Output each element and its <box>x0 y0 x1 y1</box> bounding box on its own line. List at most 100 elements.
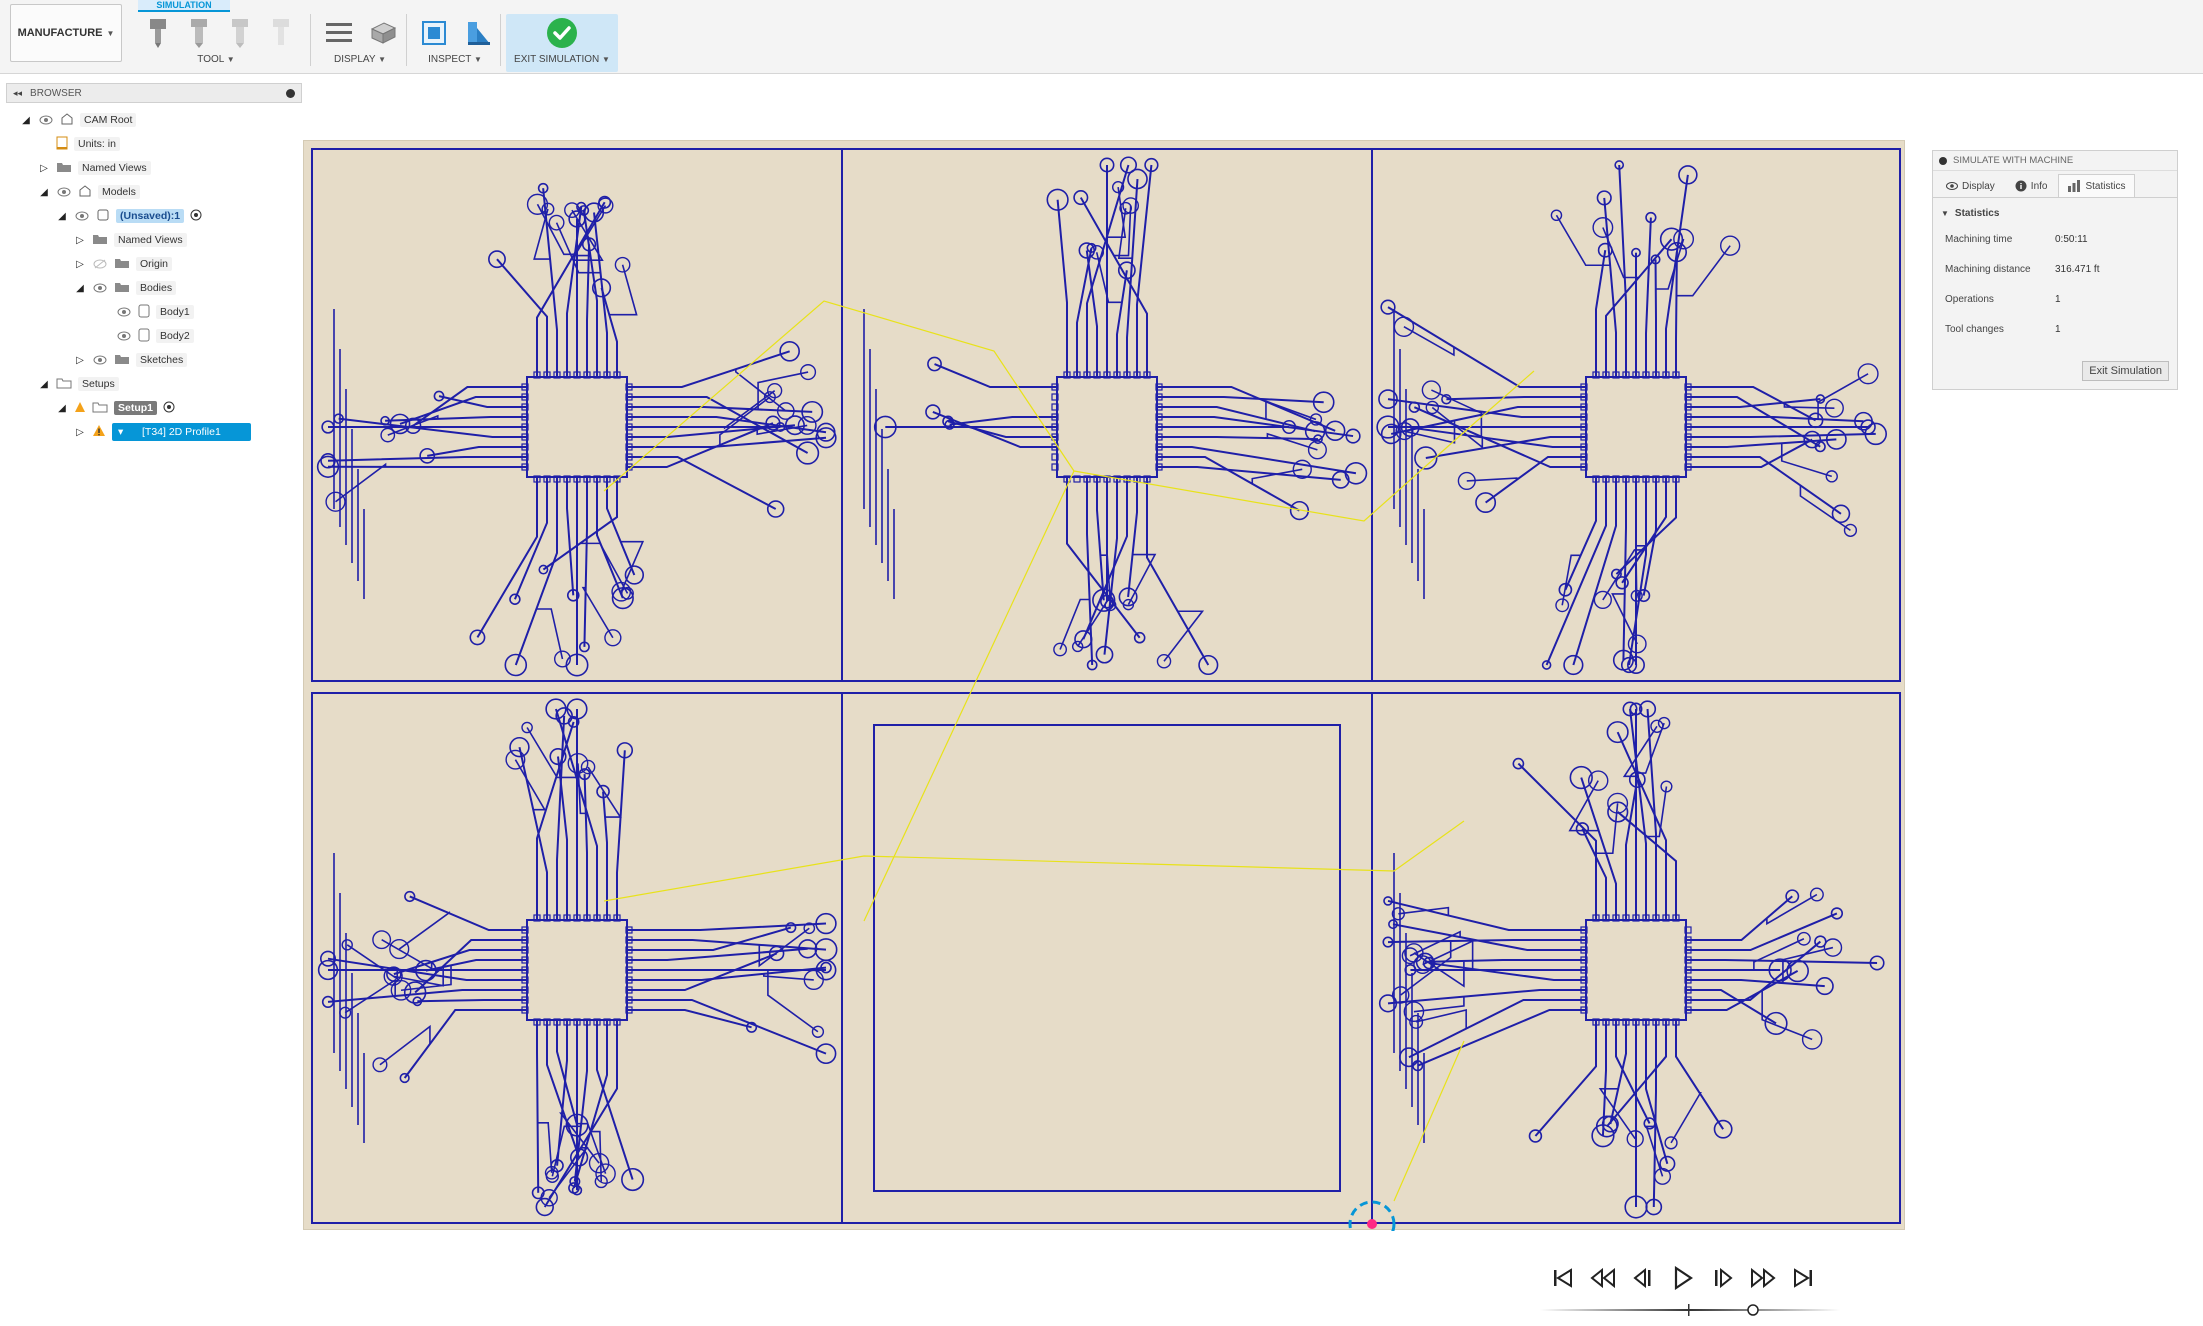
collapsed-triangle-icon[interactable]: ▷ <box>74 354 86 366</box>
component-icon <box>96 208 110 225</box>
tree-node-setup1[interactable]: ◢ Setup1 <box>56 398 175 418</box>
toolbar-divider <box>500 14 501 66</box>
tab-statistics-label: Statistics <box>2085 180 2126 192</box>
expanded-triangle-icon[interactable]: ◢ <box>74 282 86 294</box>
tool-group-label[interactable]: TOOL <box>197 54 224 65</box>
tree-node-2d-profile-operation[interactable]: ▷ ▾ [T34] 2D Profile1 <box>74 422 251 442</box>
toolpath-display-icon[interactable] <box>322 16 356 50</box>
compare-icon[interactable] <box>418 16 452 50</box>
eye-icon[interactable] <box>116 330 132 342</box>
next-icon <box>1751 1268 1776 1288</box>
tree-node-model-named-views[interactable]: ▷ Named Views <box>74 230 187 250</box>
collapsed-triangle-icon[interactable]: ▷ <box>74 258 86 270</box>
pin-icon[interactable] <box>286 88 295 98</box>
rapid-move-line <box>863 470 1075 922</box>
step-forward-button[interactable] <box>1710 1265 1736 1291</box>
stat-row-tool-changes: Tool changes 1 <box>1933 314 2177 344</box>
exit-simulation-label[interactable]: EXIT SIMULATION <box>514 54 599 65</box>
tool-position-dot <box>1367 1219 1377 1229</box>
next-operation-button[interactable] <box>1750 1265 1776 1291</box>
tree-label: (Unsaved):1 <box>116 209 185 223</box>
exit-simulation-group[interactable]: EXIT SIMULATION ▼ <box>506 14 618 72</box>
folder-icon <box>92 233 108 248</box>
eye-icon[interactable] <box>74 210 90 222</box>
timeline-handle[interactable] <box>1747 1304 1759 1316</box>
expanded-triangle-icon[interactable]: ◢ <box>20 114 32 126</box>
tree-node-body1[interactable]: Body1 <box>116 302 194 322</box>
tab-display[interactable]: Display <box>1937 174 2004 197</box>
tool-transparent-icon[interactable] <box>224 16 255 50</box>
activate-radio-icon[interactable] <box>190 209 202 224</box>
inspect-group-label[interactable]: INSPECT <box>428 54 471 65</box>
eye-icon[interactable] <box>92 282 108 294</box>
panel-outline <box>841 692 1373 1224</box>
tree-label: Body2 <box>156 329 194 343</box>
tree-node-sketches[interactable]: ▷ Sketches <box>74 350 188 370</box>
display-group-label[interactable]: DISPLAY <box>334 54 375 65</box>
body-icon <box>138 304 150 321</box>
tree-node-body2[interactable]: Body2 <box>116 326 194 346</box>
go-to-end-button[interactable] <box>1790 1265 1816 1291</box>
expanded-triangle-icon[interactable]: ◢ <box>56 210 68 222</box>
checkmark-icon[interactable] <box>545 16 579 50</box>
chip-outline <box>1585 919 1687 1021</box>
workspace-switcher-button[interactable]: MANUFACTURE ▼ <box>10 4 122 62</box>
tree-node-origin[interactable]: ▷ Origin <box>74 254 173 274</box>
warning-icon <box>92 424 106 440</box>
eye-icon[interactable] <box>92 354 108 366</box>
toolholder-icon[interactable] <box>183 16 214 50</box>
timeline-track[interactable] <box>1540 1309 1840 1311</box>
previous-operation-button[interactable] <box>1590 1265 1616 1291</box>
eye-icon[interactable] <box>38 114 54 126</box>
statistics-section-header[interactable]: ▼ Statistics <box>1933 202 2177 224</box>
tree-node-unsaved-model[interactable]: ◢ (Unsaved):1 <box>56 206 202 226</box>
collapse-browser-icon[interactable]: ◂◂ <box>13 88 22 99</box>
collapsed-triangle-icon[interactable]: ▷ <box>74 426 86 438</box>
collapsed-triangle-icon[interactable]: ▷ <box>74 234 86 246</box>
timeline-slider[interactable] <box>1540 1300 1840 1320</box>
tree-label: Named Views <box>78 161 151 175</box>
statistics-section-title: Statistics <box>1954 207 2000 219</box>
playback-controls <box>1550 1260 1880 1296</box>
tab-statistics[interactable]: Statistics <box>2058 174 2135 197</box>
setups-folder-icon <box>56 377 72 392</box>
stat-key: Operations <box>1945 293 1994 305</box>
expanded-triangle-icon[interactable]: ◢ <box>56 402 68 414</box>
eye-icon[interactable] <box>116 306 132 318</box>
stat-key: Machining distance <box>1945 263 2031 275</box>
tool-hidden-icon[interactable] <box>265 16 296 50</box>
chevron-down-icon: ▼ <box>602 55 610 64</box>
document-icon <box>56 136 68 153</box>
expanded-triangle-icon[interactable]: ◢ <box>38 378 50 390</box>
tab-simulation[interactable]: SIMULATION <box>138 0 230 12</box>
folder-icon <box>114 281 130 296</box>
display-group: DISPLAY ▼ <box>316 14 404 70</box>
collapsed-triangle-icon[interactable]: ▷ <box>38 162 50 174</box>
circuit-pattern <box>1378 700 1885 1219</box>
tree-node-bodies[interactable]: ◢ Bodies <box>74 278 177 298</box>
measure-icon[interactable] <box>462 16 496 50</box>
tree-node-setups[interactable]: ◢ Setups <box>38 374 119 394</box>
tree-node-cam-root[interactable]: ◢ CAM Root <box>20 110 137 130</box>
exit-simulation-button[interactable]: Exit Simulation <box>2082 361 2169 381</box>
go-to-start-button[interactable] <box>1550 1265 1576 1291</box>
tab-info[interactable]: Info <box>2006 174 2057 197</box>
circuit-pattern <box>1376 160 1888 676</box>
eye-hidden-icon[interactable] <box>92 258 108 270</box>
eye-icon[interactable] <box>56 186 72 198</box>
activate-radio-icon[interactable] <box>163 401 175 416</box>
section-expanded-icon: ▼ <box>1941 208 1949 218</box>
tree-label-selected: ▾ [T34] 2D Profile1 <box>112 423 251 441</box>
tree-node-named-views[interactable]: ▷ Named Views <box>38 158 151 178</box>
tool-icon[interactable] <box>142 16 173 50</box>
tool-group: TOOL ▼ <box>136 14 296 70</box>
tree-node-units[interactable]: Units: in <box>56 134 120 154</box>
play-button[interactable] <box>1670 1265 1696 1291</box>
stock-display-icon[interactable] <box>366 16 400 50</box>
simulation-viewport[interactable] <box>303 140 1905 1231</box>
tree-node-models[interactable]: ◢ Models <box>38 182 140 202</box>
panel-collapse-icon[interactable] <box>1939 156 1947 165</box>
expanded-triangle-icon[interactable]: ◢ <box>38 186 50 198</box>
stat-key: Machining time <box>1945 233 2013 245</box>
step-back-button[interactable] <box>1630 1265 1656 1291</box>
